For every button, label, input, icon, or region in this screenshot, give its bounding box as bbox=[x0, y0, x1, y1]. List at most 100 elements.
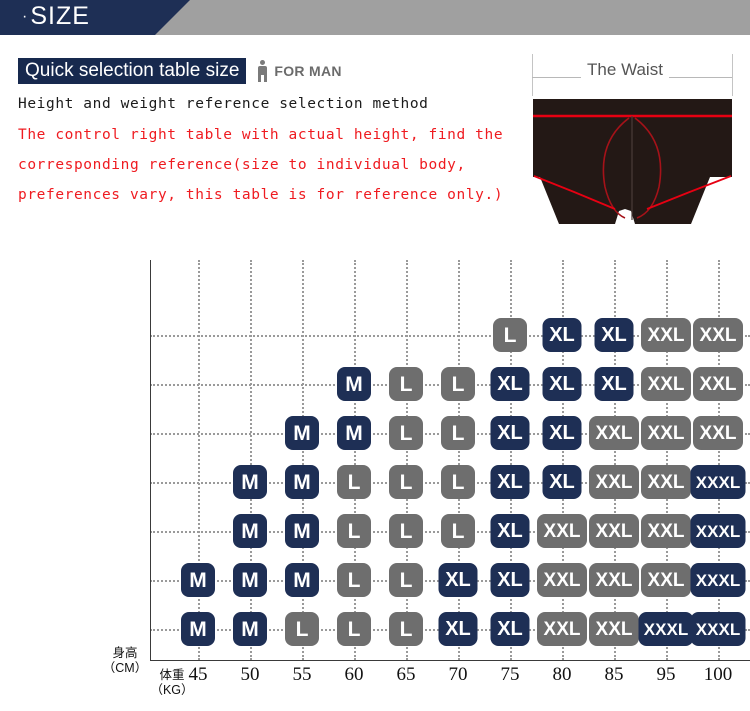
x-tick-55: 55 bbox=[292, 664, 312, 685]
size-badge-165-95[interactable]: XXL bbox=[641, 563, 691, 597]
size-badge-190-95[interactable]: XXL bbox=[641, 318, 691, 352]
size-badge-190-85[interactable]: XL bbox=[594, 318, 634, 352]
size-badge-170-100[interactable]: XXXL bbox=[690, 514, 746, 548]
size-badge-190-100[interactable]: XXL bbox=[693, 318, 743, 352]
size-badge-160-75[interactable]: XL bbox=[490, 612, 530, 646]
size-badge-175-60[interactable]: L bbox=[337, 465, 371, 499]
size-badge-170-80[interactable]: XXL bbox=[537, 514, 587, 548]
x-tick-50: 50 bbox=[240, 664, 260, 685]
size-chart: L XL XL XXL XXL M L L XL XL XL XXL XXL M M L L XL XL XXL XXL… bbox=[0, 240, 750, 711]
intro-block: Quick selection table size FOR MAN Heigh… bbox=[18, 58, 504, 203]
x-axis-label-main: 体重 bbox=[159, 668, 185, 682]
gridline-weight-70 bbox=[458, 260, 460, 660]
size-badge-170-60[interactable]: L bbox=[337, 514, 371, 548]
gridline-weight-55 bbox=[302, 260, 304, 660]
size-badge-190-80[interactable]: XL bbox=[542, 318, 582, 352]
chart-plot-area: L XL XL XXL XXL M L L XL XL XL XXL XXL M M L L XL XL XXL XXL… bbox=[150, 260, 750, 660]
size-badge-170-65[interactable]: L bbox=[389, 514, 423, 548]
size-badge-165-85[interactable]: XXL bbox=[589, 563, 639, 597]
x-tick-75: 75 bbox=[500, 664, 520, 685]
size-badge-180-100[interactable]: XXL bbox=[693, 416, 743, 450]
size-badge-165-100[interactable]: XXXL bbox=[690, 563, 746, 597]
size-badge-165-45[interactable]: M bbox=[181, 563, 215, 597]
size-badge-185-70[interactable]: L bbox=[441, 367, 475, 401]
size-badge-160-70[interactable]: XL bbox=[438, 612, 478, 646]
bullet-icon: · bbox=[22, 8, 29, 25]
gridline-weight-60 bbox=[354, 260, 356, 660]
size-badge-170-70[interactable]: L bbox=[441, 514, 475, 548]
size-badge-160-85[interactable]: XXL bbox=[589, 612, 639, 646]
size-badge-170-55[interactable]: M bbox=[285, 514, 319, 548]
size-badge-175-100[interactable]: XXXL bbox=[690, 465, 746, 499]
size-badge-170-75[interactable]: XL bbox=[490, 514, 530, 548]
size-badge-175-70[interactable]: L bbox=[441, 465, 475, 499]
gridline-weight-45 bbox=[198, 260, 200, 660]
gridline-weight-50 bbox=[250, 260, 252, 660]
x-axis-line bbox=[150, 660, 750, 661]
size-badge-170-50[interactable]: M bbox=[233, 514, 267, 548]
size-badge-160-80[interactable]: XXL bbox=[537, 612, 587, 646]
note-line-3: preferences vary, this table is for refe… bbox=[18, 187, 504, 203]
size-badge-185-75[interactable]: XL bbox=[490, 367, 530, 401]
size-badge-160-60[interactable]: L bbox=[337, 612, 371, 646]
x-tick-70: 70 bbox=[448, 664, 468, 685]
size-badge-165-65[interactable]: L bbox=[389, 563, 423, 597]
size-badge-175-85[interactable]: XXL bbox=[589, 465, 639, 499]
size-badge-160-45[interactable]: M bbox=[181, 612, 215, 646]
size-badge-175-95[interactable]: XXL bbox=[641, 465, 691, 499]
size-badge-170-95[interactable]: XXL bbox=[641, 514, 691, 548]
quick-selection-tag: Quick selection table size bbox=[18, 58, 247, 84]
size-badge-160-95[interactable]: XXXL bbox=[638, 612, 694, 646]
size-badge-180-60[interactable]: M bbox=[337, 416, 371, 450]
size-badge-165-50[interactable]: M bbox=[233, 563, 267, 597]
y-axis-label-main: 身高 bbox=[112, 646, 138, 660]
size-badge-180-65[interactable]: L bbox=[389, 416, 423, 450]
size-badge-180-70[interactable]: L bbox=[441, 416, 475, 450]
size-badge-175-80[interactable]: XL bbox=[542, 465, 582, 499]
x-tick-80: 80 bbox=[552, 664, 572, 685]
x-axis-label: 体重 （KG） bbox=[148, 668, 196, 698]
size-badge-185-60[interactable]: M bbox=[337, 367, 371, 401]
x-tick-100: 100 bbox=[703, 664, 733, 685]
x-tick-65: 65 bbox=[396, 664, 416, 685]
note-line-2: corresponding reference(size to individu… bbox=[18, 157, 466, 173]
size-badge-160-50[interactable]: M bbox=[233, 612, 267, 646]
size-badge-185-80[interactable]: XL bbox=[542, 367, 582, 401]
size-badge-175-55[interactable]: M bbox=[285, 465, 319, 499]
size-badge-180-80[interactable]: XL bbox=[542, 416, 582, 450]
size-badge-185-65[interactable]: L bbox=[389, 367, 423, 401]
size-badge-160-65[interactable]: L bbox=[389, 612, 423, 646]
gridline-weight-65 bbox=[406, 260, 408, 660]
size-badge-165-60[interactable]: L bbox=[337, 563, 371, 597]
size-badge-165-55[interactable]: M bbox=[285, 563, 319, 597]
size-badge-185-95[interactable]: XXL bbox=[641, 367, 691, 401]
size-badge-180-55[interactable]: M bbox=[285, 416, 319, 450]
size-badge-165-75[interactable]: XL bbox=[490, 563, 530, 597]
note-line-1: The control right table with actual heig… bbox=[18, 127, 504, 143]
size-badge-180-95[interactable]: XXL bbox=[641, 416, 691, 450]
x-tick-60: 60 bbox=[344, 664, 364, 685]
size-badge-160-55[interactable]: L bbox=[285, 612, 319, 646]
for-man-label: FOR MAN bbox=[274, 63, 342, 79]
size-badge-165-70[interactable]: XL bbox=[438, 563, 478, 597]
waist-label: The Waist bbox=[505, 60, 745, 80]
size-badge-160-100[interactable]: XXXL bbox=[690, 612, 746, 646]
size-badge-185-100[interactable]: XXL bbox=[693, 367, 743, 401]
page-header-banner: ·SIZE bbox=[0, 0, 750, 35]
size-badge-190-75[interactable]: L bbox=[493, 318, 527, 352]
y-axis-line bbox=[150, 260, 151, 660]
method-line: Height and weight reference selection me… bbox=[18, 96, 429, 112]
size-badge-180-75[interactable]: XL bbox=[490, 416, 530, 450]
man-pictogram-icon bbox=[256, 60, 269, 82]
size-badge-180-85[interactable]: XXL bbox=[589, 416, 639, 450]
size-badge-175-50[interactable]: M bbox=[233, 465, 267, 499]
product-illustration: The Waist bbox=[505, 52, 745, 232]
y-axis-label: 身高 （CM） bbox=[101, 646, 149, 676]
size-badge-185-85[interactable]: XL bbox=[594, 367, 634, 401]
size-badge-170-85[interactable]: XXL bbox=[589, 514, 639, 548]
x-tick-85: 85 bbox=[604, 664, 624, 685]
quick-selection-row: Quick selection table size FOR MAN bbox=[18, 58, 488, 84]
size-badge-175-65[interactable]: L bbox=[389, 465, 423, 499]
size-badge-165-80[interactable]: XXL bbox=[537, 563, 587, 597]
size-badge-175-75[interactable]: XL bbox=[490, 465, 530, 499]
